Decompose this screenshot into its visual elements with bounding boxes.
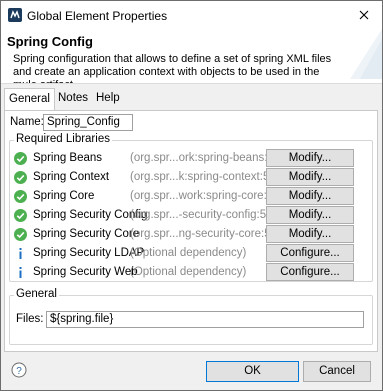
check-ok-icon: [14, 152, 27, 165]
library-row: Spring Security LDAP (Optional dependenc…: [10, 244, 370, 263]
library-row: Spring Context (org.spr...k:spring-conte…: [10, 168, 370, 187]
header-area: Spring Config Spring configuration that …: [1, 29, 382, 91]
svg-text:?: ?: [16, 366, 22, 377]
library-row: Spring Security Config (org.spr...-secur…: [10, 206, 370, 225]
modify-button[interactable]: Modify...: [266, 149, 354, 167]
library-row: Spring Security Web (Optional dependency…: [10, 263, 370, 282]
library-name: Spring Core: [33, 190, 95, 202]
tab-help[interactable]: Help: [92, 88, 124, 110]
title-bar: Global Element Properties: [1, 1, 382, 29]
name-label: Name:: [10, 116, 44, 128]
configure-button[interactable]: Configure...: [266, 244, 354, 262]
check-ok-icon: [14, 228, 27, 241]
modify-button[interactable]: Modify...: [266, 187, 354, 205]
dialog-footer: ? OK Cancel: [1, 354, 382, 390]
modify-button[interactable]: Modify...: [266, 168, 354, 186]
dialog-body: General Notes Help Name: Required Librar…: [1, 84, 382, 354]
check-ok-icon: [14, 171, 27, 184]
modify-button[interactable]: Modify...: [266, 225, 354, 243]
dialog-window: Global Element Properties Spring Config …: [0, 0, 383, 391]
close-icon[interactable]: [354, 6, 374, 24]
files-field[interactable]: [46, 311, 364, 328]
library-name: Spring Context: [33, 171, 110, 183]
library-row: Spring Security Core (org.spr...ng-secur…: [10, 225, 370, 244]
check-ok-icon: [14, 209, 27, 222]
general-panel: Name: Required Libraries Spring Beans (o…: [4, 110, 378, 352]
ok-button[interactable]: OK: [206, 361, 299, 382]
library-row: Spring Beans (org.spr...ork:spring-beans…: [10, 149, 370, 168]
tab-general[interactable]: General: [4, 88, 55, 112]
info-icon: [19, 248, 22, 259]
library-info: (Optional dependency): [130, 266, 247, 278]
required-libraries-group: Required Libraries Spring Beans (org.spr…: [9, 133, 373, 282]
modify-button[interactable]: Modify...: [266, 206, 354, 224]
help-icon[interactable]: ?: [11, 362, 27, 378]
header-decoration-icon: [350, 29, 382, 79]
name-field[interactable]: [43, 114, 133, 131]
window-title: Global Element Properties: [27, 9, 168, 23]
required-libraries-title: Required Libraries: [14, 133, 112, 145]
library-info: (Optional dependency): [130, 247, 247, 259]
files-label: Files:: [16, 313, 44, 325]
page-title: Spring Config: [7, 34, 93, 49]
library-name: Spring Security Web: [33, 266, 138, 278]
general-group-title: General: [14, 288, 59, 300]
mule-app-icon: [8, 8, 22, 22]
library-name: Spring Security Core: [33, 228, 140, 240]
cancel-button[interactable]: Cancel: [303, 361, 371, 382]
library-name: Spring Security LDAP: [33, 247, 145, 259]
library-name: Spring Beans: [33, 152, 103, 164]
info-icon: [19, 267, 22, 278]
library-row: Spring Core (org.spr...work:spring-core:…: [10, 187, 370, 206]
check-ok-icon: [14, 190, 27, 203]
configure-button[interactable]: Configure...: [266, 263, 354, 281]
general-group: General Files:: [9, 288, 373, 345]
tab-notes[interactable]: Notes: [54, 88, 92, 110]
